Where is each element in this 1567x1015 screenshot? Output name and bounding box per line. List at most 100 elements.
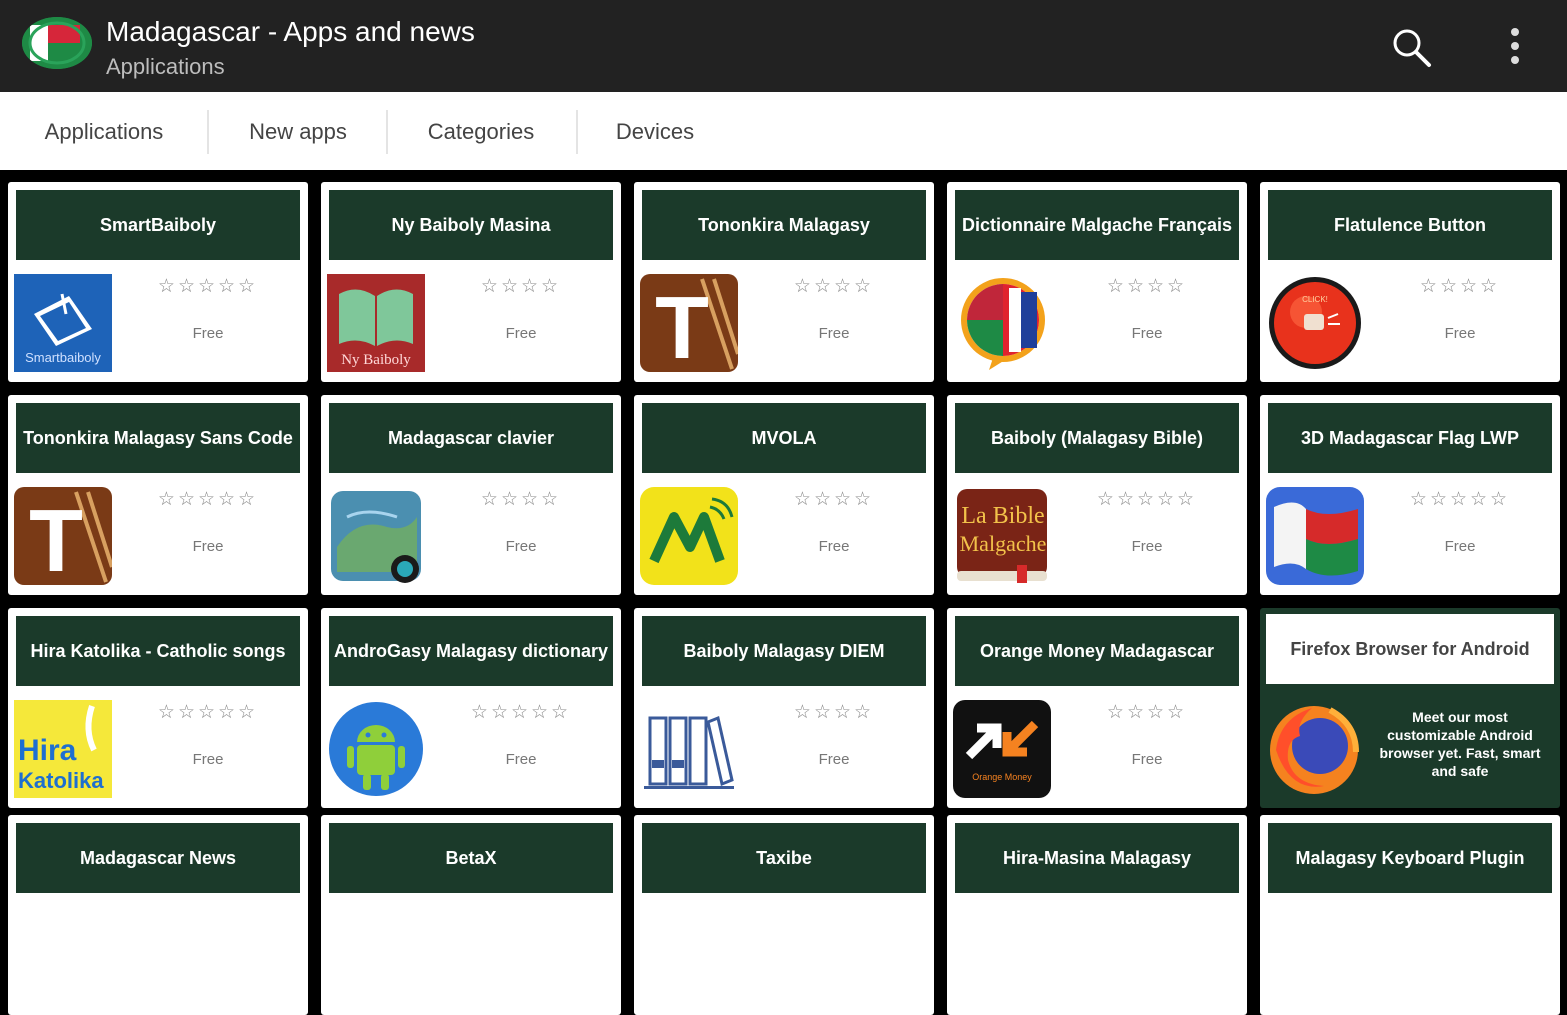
app-price: Free xyxy=(192,751,224,768)
app-card-title: Madagascar clavier xyxy=(329,403,613,473)
app-card-mvola[interactable]: MVOLA ☆☆☆☆ Free xyxy=(634,395,934,595)
tab-categories[interactable]: Categories xyxy=(402,92,560,170)
hira-katolika-icon: Hira Katolika xyxy=(14,700,112,798)
app-card-tononkira-malagasy[interactable]: Tononkira Malagasy T ☆☆☆☆ Free xyxy=(634,182,934,382)
svg-text:La Bible: La Bible xyxy=(961,503,1044,529)
app-card-baiboly-diem[interactable]: Baiboly Malagasy DIEM ☆☆☆☆ Free xyxy=(634,608,934,808)
madagascar-flag-icon[interactable] xyxy=(22,17,92,69)
svg-text:Orange Money: Orange Money xyxy=(972,772,1032,782)
ad-card-firefox[interactable]: Firefox Browser for Android Meet our mos… xyxy=(1260,608,1560,808)
app-card-title: Dictionnaire Malgache Français xyxy=(955,190,1239,260)
app-card-title: Flatulence Button xyxy=(1268,190,1552,260)
rating-stars: ☆☆☆☆☆ xyxy=(470,702,572,723)
rating-stars: ☆☆☆☆ xyxy=(1106,702,1188,723)
svg-text:Hira: Hira xyxy=(18,734,77,767)
smartbaiboly-icon: Smartbaiboly xyxy=(14,274,112,372)
rating-stars: ☆☆☆☆☆ xyxy=(157,489,259,510)
books-icon xyxy=(640,700,738,798)
app-card-hira-katolika[interactable]: Hira Katolika - Catholic songs Hira Kato… xyxy=(8,608,308,808)
app-price: Free xyxy=(505,751,537,768)
ny-baiboly-icon: Ny Baiboly xyxy=(327,274,425,372)
flag-3d-icon xyxy=(1266,487,1364,585)
rating-stars: ☆☆☆☆☆ xyxy=(1409,489,1511,510)
search-icon[interactable] xyxy=(1390,26,1434,70)
app-card-title: SmartBaiboly xyxy=(16,190,300,260)
la-bible-icon: La Bible Malgache xyxy=(953,487,1051,585)
app-card-title: Baiboly Malagasy DIEM xyxy=(642,616,926,686)
app-price: Free xyxy=(818,751,850,768)
rating-stars: ☆☆☆☆ xyxy=(793,489,875,510)
app-price: Free xyxy=(505,538,537,555)
red-button-icon: CLICK! xyxy=(1266,274,1364,372)
app-price: Free xyxy=(505,325,537,342)
app-card-title: Malagasy Keyboard Plugin xyxy=(1268,823,1552,893)
app-card-ny-baiboly-masina[interactable]: Ny Baiboly Masina Ny Baiboly ☆☆☆☆ Free xyxy=(321,182,621,382)
tononkira-icon: T xyxy=(640,274,738,372)
rating-stars: ☆☆☆☆☆ xyxy=(157,702,259,723)
app-price: Free xyxy=(1131,751,1163,768)
mvola-icon xyxy=(640,487,738,585)
tab-applications[interactable]: Applications xyxy=(20,92,188,170)
svg-text:Katolika: Katolika xyxy=(18,768,104,793)
app-card-malagasy-keyboard-plugin[interactable]: Malagasy Keyboard Plugin xyxy=(1260,815,1560,1015)
svg-text:CLICK!: CLICK! xyxy=(1302,295,1328,304)
app-card-flatulence-button[interactable]: Flatulence Button CLICK! ☆☆☆☆ Free xyxy=(1260,182,1560,382)
app-card-title: Ny Baiboly Masina xyxy=(329,190,613,260)
app-card-title: Tononkira Malagasy Sans Code xyxy=(16,403,300,473)
tab-devices[interactable]: Devices xyxy=(594,92,716,170)
svg-text:T: T xyxy=(655,278,709,372)
app-card-smartbaiboly[interactable]: SmartBaiboly Smartbaiboly ☆☆☆☆☆ Free xyxy=(8,182,308,382)
app-card-title: Orange Money Madagascar xyxy=(955,616,1239,686)
more-vert-icon[interactable] xyxy=(1500,26,1530,68)
rating-stars: ☆☆☆☆ xyxy=(480,489,562,510)
tononkira-icon: T xyxy=(14,487,112,585)
app-subtitle: Applications xyxy=(106,54,225,79)
ad-description: Meet our most customizable Android brows… xyxy=(1379,709,1541,779)
tab-divider xyxy=(576,110,578,154)
rating-stars: ☆☆☆☆☆ xyxy=(157,276,259,297)
app-card-orange-money[interactable]: Orange Money Madagascar Orange Money ☆☆☆… xyxy=(947,608,1247,808)
app-card-title: Hira Katolika - Catholic songs xyxy=(16,616,300,686)
android-icon xyxy=(327,700,425,798)
app-card-baiboly-malagasy-bible[interactable]: Baiboly (Malagasy Bible) La Bible Malgac… xyxy=(947,395,1247,595)
dictionary-flag-icon xyxy=(953,274,1051,372)
app-price: Free xyxy=(192,325,224,342)
app-card-hira-masina[interactable]: Hira-Masina Malagasy xyxy=(947,815,1247,1015)
app-bar: Madagascar - Apps and news Applications xyxy=(0,0,1567,92)
app-card-title: MVOLA xyxy=(642,403,926,473)
app-card-title: BetaX xyxy=(329,823,613,893)
rating-stars: ☆☆☆☆ xyxy=(480,276,562,297)
app-price: Free xyxy=(1131,325,1163,342)
app-card-tononkira-sans-code[interactable]: Tononkira Malagasy Sans Code T ☆☆☆☆☆ Fre… xyxy=(8,395,308,595)
app-card-title: Taxibe xyxy=(642,823,926,893)
app-grid: SmartBaiboly Smartbaiboly ☆☆☆☆☆ Free Ny … xyxy=(0,170,1567,1015)
ad-title: Firefox Browser for Android xyxy=(1266,614,1554,684)
app-card-dictionnaire-malgache[interactable]: Dictionnaire Malgache Français ☆☆☆☆ Free xyxy=(947,182,1247,382)
app-card-title: Madagascar News xyxy=(16,823,300,893)
app-card-taxibe[interactable]: Taxibe xyxy=(634,815,934,1015)
firefox-icon xyxy=(1266,700,1362,796)
app-card-title: Baiboly (Malagasy Bible) xyxy=(955,403,1239,473)
app-card-androgasy-dictionary[interactable]: AndroGasy Malagasy dictionary ☆☆☆☆☆ Free xyxy=(321,608,621,808)
rating-stars: ☆☆☆☆ xyxy=(793,702,875,723)
tab-divider xyxy=(386,110,388,154)
svg-text:Malgache: Malgache xyxy=(960,531,1047,556)
app-card-betax[interactable]: BetaX xyxy=(321,815,621,1015)
app-card-madagascar-news[interactable]: Madagascar News xyxy=(8,815,308,1015)
app-card-madagascar-clavier[interactable]: Madagascar clavier ☆☆☆☆ Free xyxy=(321,395,621,595)
tab-divider xyxy=(207,110,209,154)
svg-text:T: T xyxy=(29,491,83,585)
rating-stars: ☆☆☆☆ xyxy=(1106,276,1188,297)
app-card-title: 3D Madagascar Flag LWP xyxy=(1268,403,1552,473)
app-price: Free xyxy=(1444,325,1476,342)
tab-new-apps[interactable]: New apps xyxy=(226,92,370,170)
svg-text:Ny Baiboly: Ny Baiboly xyxy=(341,352,411,368)
app-price: Free xyxy=(192,538,224,555)
app-card-title: Hira-Masina Malagasy xyxy=(955,823,1239,893)
app-card-3d-madagascar-flag[interactable]: 3D Madagascar Flag LWP ☆☆☆☆☆ Free xyxy=(1260,395,1560,595)
orange-money-icon: Orange Money xyxy=(953,700,1051,798)
app-title: Madagascar - Apps and news xyxy=(106,16,475,47)
svg-text:Smartbaiboly: Smartbaiboly xyxy=(25,350,101,365)
rating-stars: ☆☆☆☆☆ xyxy=(1096,489,1198,510)
app-card-title: AndroGasy Malagasy dictionary xyxy=(329,616,613,686)
